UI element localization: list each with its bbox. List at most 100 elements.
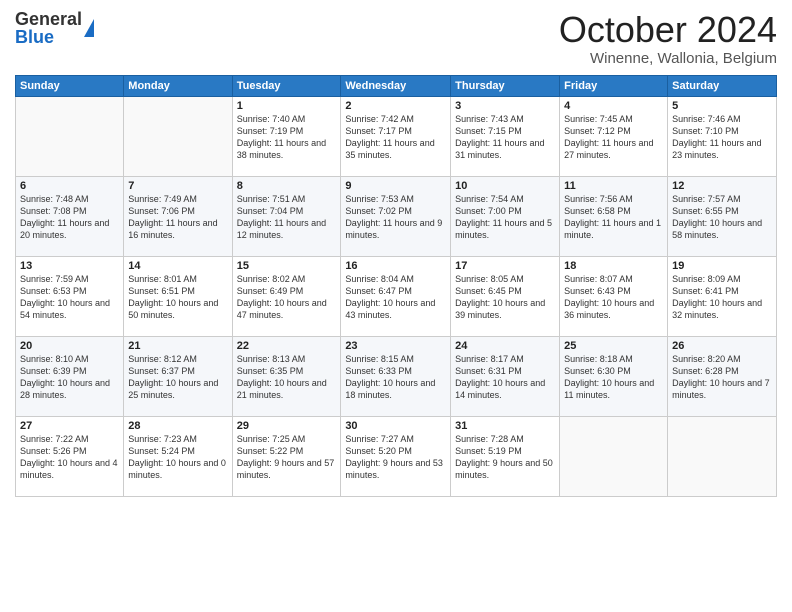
day-number: 19 (672, 260, 772, 272)
day-number: 8 (237, 180, 337, 192)
header: General Blue October 2024 Winenne, Wallo… (15, 10, 777, 67)
day-info: Sunrise: 7:57 AM Sunset: 6:55 PM Dayligh… (672, 193, 772, 242)
day-number: 30 (345, 420, 446, 432)
day-info: Sunrise: 7:46 AM Sunset: 7:10 PM Dayligh… (672, 113, 772, 162)
day-number: 21 (128, 340, 227, 352)
weekday-header-saturday: Saturday (668, 75, 777, 96)
day-number: 17 (455, 260, 555, 272)
day-number: 28 (128, 420, 227, 432)
logo-general-text: General (15, 10, 82, 28)
day-info: Sunrise: 7:43 AM Sunset: 7:15 PM Dayligh… (455, 113, 555, 162)
day-number: 5 (672, 100, 772, 112)
day-number: 31 (455, 420, 555, 432)
calendar-table: SundayMondayTuesdayWednesdayThursdayFrid… (15, 75, 777, 497)
day-info: Sunrise: 7:42 AM Sunset: 7:17 PM Dayligh… (345, 113, 446, 162)
calendar-cell: 7Sunrise: 7:49 AM Sunset: 7:06 PM Daylig… (124, 176, 232, 256)
calendar-week-5: 27Sunrise: 7:22 AM Sunset: 5:26 PM Dayli… (16, 416, 777, 496)
day-info: Sunrise: 8:09 AM Sunset: 6:41 PM Dayligh… (672, 273, 772, 322)
day-number: 7 (128, 180, 227, 192)
weekday-header-tuesday: Tuesday (232, 75, 341, 96)
logo-triangle-icon (84, 19, 94, 37)
day-info: Sunrise: 8:10 AM Sunset: 6:39 PM Dayligh… (20, 353, 119, 402)
day-info: Sunrise: 7:27 AM Sunset: 5:20 PM Dayligh… (345, 433, 446, 482)
title-area: October 2024 Winenne, Wallonia, Belgium (559, 10, 777, 67)
day-info: Sunrise: 8:02 AM Sunset: 6:49 PM Dayligh… (237, 273, 337, 322)
calendar-week-2: 6Sunrise: 7:48 AM Sunset: 7:08 PM Daylig… (16, 176, 777, 256)
calendar-cell: 12Sunrise: 7:57 AM Sunset: 6:55 PM Dayli… (668, 176, 777, 256)
calendar-cell (668, 416, 777, 496)
calendar-header-row: SundayMondayTuesdayWednesdayThursdayFrid… (16, 75, 777, 96)
page: General Blue October 2024 Winenne, Wallo… (0, 0, 792, 612)
logo: General Blue (15, 10, 94, 46)
day-info: Sunrise: 7:22 AM Sunset: 5:26 PM Dayligh… (20, 433, 119, 482)
day-info: Sunrise: 8:17 AM Sunset: 6:31 PM Dayligh… (455, 353, 555, 402)
calendar-cell: 14Sunrise: 8:01 AM Sunset: 6:51 PM Dayli… (124, 256, 232, 336)
month-title: October 2024 (559, 10, 777, 50)
day-number: 11 (564, 180, 663, 192)
weekday-header-monday: Monday (124, 75, 232, 96)
day-number: 20 (20, 340, 119, 352)
calendar-cell: 9Sunrise: 7:53 AM Sunset: 7:02 PM Daylig… (341, 176, 451, 256)
calendar-cell (560, 416, 668, 496)
day-number: 9 (345, 180, 446, 192)
calendar-cell: 31Sunrise: 7:28 AM Sunset: 5:19 PM Dayli… (451, 416, 560, 496)
calendar-cell: 24Sunrise: 8:17 AM Sunset: 6:31 PM Dayli… (451, 336, 560, 416)
day-info: Sunrise: 8:12 AM Sunset: 6:37 PM Dayligh… (128, 353, 227, 402)
weekday-header-wednesday: Wednesday (341, 75, 451, 96)
calendar-cell: 22Sunrise: 8:13 AM Sunset: 6:35 PM Dayli… (232, 336, 341, 416)
day-number: 3 (455, 100, 555, 112)
calendar-cell: 28Sunrise: 7:23 AM Sunset: 5:24 PM Dayli… (124, 416, 232, 496)
day-number: 25 (564, 340, 663, 352)
day-number: 12 (672, 180, 772, 192)
day-info: Sunrise: 7:49 AM Sunset: 7:06 PM Dayligh… (128, 193, 227, 242)
day-info: Sunrise: 7:59 AM Sunset: 6:53 PM Dayligh… (20, 273, 119, 322)
calendar-cell: 16Sunrise: 8:04 AM Sunset: 6:47 PM Dayli… (341, 256, 451, 336)
calendar-cell (16, 96, 124, 176)
day-info: Sunrise: 7:48 AM Sunset: 7:08 PM Dayligh… (20, 193, 119, 242)
day-info: Sunrise: 8:05 AM Sunset: 6:45 PM Dayligh… (455, 273, 555, 322)
day-number: 4 (564, 100, 663, 112)
day-number: 24 (455, 340, 555, 352)
weekday-header-friday: Friday (560, 75, 668, 96)
day-info: Sunrise: 7:51 AM Sunset: 7:04 PM Dayligh… (237, 193, 337, 242)
location-title: Winenne, Wallonia, Belgium (559, 50, 777, 67)
day-number: 22 (237, 340, 337, 352)
calendar-cell: 17Sunrise: 8:05 AM Sunset: 6:45 PM Dayli… (451, 256, 560, 336)
calendar-cell: 6Sunrise: 7:48 AM Sunset: 7:08 PM Daylig… (16, 176, 124, 256)
calendar-cell: 27Sunrise: 7:22 AM Sunset: 5:26 PM Dayli… (16, 416, 124, 496)
weekday-header-sunday: Sunday (16, 75, 124, 96)
calendar-cell: 3Sunrise: 7:43 AM Sunset: 7:15 PM Daylig… (451, 96, 560, 176)
calendar-week-3: 13Sunrise: 7:59 AM Sunset: 6:53 PM Dayli… (16, 256, 777, 336)
day-info: Sunrise: 8:07 AM Sunset: 6:43 PM Dayligh… (564, 273, 663, 322)
day-info: Sunrise: 8:01 AM Sunset: 6:51 PM Dayligh… (128, 273, 227, 322)
calendar-cell: 10Sunrise: 7:54 AM Sunset: 7:00 PM Dayli… (451, 176, 560, 256)
day-number: 2 (345, 100, 446, 112)
calendar-cell: 5Sunrise: 7:46 AM Sunset: 7:10 PM Daylig… (668, 96, 777, 176)
calendar-cell: 11Sunrise: 7:56 AM Sunset: 6:58 PM Dayli… (560, 176, 668, 256)
day-number: 6 (20, 180, 119, 192)
calendar-cell: 4Sunrise: 7:45 AM Sunset: 7:12 PM Daylig… (560, 96, 668, 176)
calendar-cell (124, 96, 232, 176)
day-info: Sunrise: 8:04 AM Sunset: 6:47 PM Dayligh… (345, 273, 446, 322)
calendar-cell: 23Sunrise: 8:15 AM Sunset: 6:33 PM Dayli… (341, 336, 451, 416)
day-info: Sunrise: 8:15 AM Sunset: 6:33 PM Dayligh… (345, 353, 446, 402)
day-number: 14 (128, 260, 227, 272)
calendar-cell: 18Sunrise: 8:07 AM Sunset: 6:43 PM Dayli… (560, 256, 668, 336)
calendar-cell: 8Sunrise: 7:51 AM Sunset: 7:04 PM Daylig… (232, 176, 341, 256)
day-number: 15 (237, 260, 337, 272)
calendar-cell: 26Sunrise: 8:20 AM Sunset: 6:28 PM Dayli… (668, 336, 777, 416)
calendar-cell: 29Sunrise: 7:25 AM Sunset: 5:22 PM Dayli… (232, 416, 341, 496)
day-info: Sunrise: 7:40 AM Sunset: 7:19 PM Dayligh… (237, 113, 337, 162)
calendar-cell: 25Sunrise: 8:18 AM Sunset: 6:30 PM Dayli… (560, 336, 668, 416)
weekday-header-thursday: Thursday (451, 75, 560, 96)
logo-blue-text: Blue (15, 28, 82, 46)
day-info: Sunrise: 7:54 AM Sunset: 7:00 PM Dayligh… (455, 193, 555, 242)
day-number: 23 (345, 340, 446, 352)
day-number: 10 (455, 180, 555, 192)
day-number: 16 (345, 260, 446, 272)
calendar-cell: 20Sunrise: 8:10 AM Sunset: 6:39 PM Dayli… (16, 336, 124, 416)
calendar-week-4: 20Sunrise: 8:10 AM Sunset: 6:39 PM Dayli… (16, 336, 777, 416)
day-info: Sunrise: 7:23 AM Sunset: 5:24 PM Dayligh… (128, 433, 227, 482)
day-info: Sunrise: 7:56 AM Sunset: 6:58 PM Dayligh… (564, 193, 663, 242)
day-info: Sunrise: 7:45 AM Sunset: 7:12 PM Dayligh… (564, 113, 663, 162)
